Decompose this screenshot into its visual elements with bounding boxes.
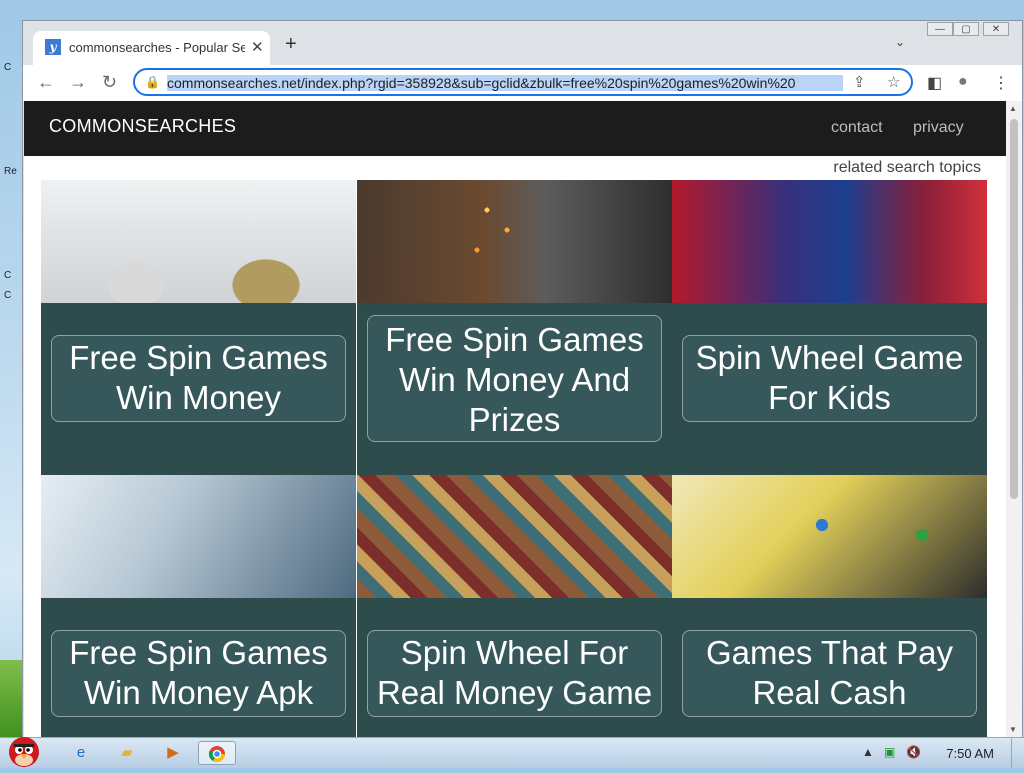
taskbar: e ▰ ▶ ▲ ▣ 🔇 7:50 AM xyxy=(0,737,1024,768)
reload-icon[interactable]: ↻ xyxy=(102,72,117,93)
address-url-text[interactable]: commonsearches.net/index.php?rgid=358928… xyxy=(167,75,843,91)
page-viewport: COMMONSEARCHES contact privacy related s… xyxy=(24,101,1006,737)
forward-icon[interactable]: → xyxy=(69,72,87,93)
site-header: COMMONSEARCHES contact privacy xyxy=(24,101,1006,156)
desktop-text-fragment: C xyxy=(4,62,12,73)
volume-muted-icon[interactable]: 🔇 xyxy=(906,745,921,759)
topic-button[interactable]: Free Spin Games Win Money Apk xyxy=(51,630,346,717)
topic-button[interactable]: Spin Wheel Game For Kids xyxy=(682,335,977,422)
site-brand[interactable]: COMMONSEARCHES xyxy=(49,116,236,137)
back-icon[interactable]: ← xyxy=(37,72,55,93)
tab-strip: y commonsearches - Popular Se ✕ + ⌄ — ▢ … xyxy=(23,21,1022,65)
topic-button[interactable]: Free Spin Games Win Money xyxy=(51,335,346,422)
side-panel-icon[interactable]: ◧ xyxy=(927,73,942,93)
topic-card[interactable]: Free Spin Games Win Money Apk xyxy=(41,475,356,737)
chrome-icon[interactable] xyxy=(198,741,236,765)
angry-bird-start-icon xyxy=(9,737,39,767)
maximize-button[interactable]: ▢ xyxy=(953,22,979,36)
bookmark-star-icon[interactable]: ☆ xyxy=(887,73,900,91)
desktop-text-fragment: Re xyxy=(4,166,17,177)
topic-card[interactable]: Games That Pay Real Cash xyxy=(672,475,987,737)
close-window-button[interactable]: ✕ xyxy=(983,22,1009,36)
internet-explorer-icon[interactable]: e xyxy=(62,741,100,765)
vintage-posters-photo xyxy=(357,475,672,598)
new-tab-button[interactable]: + xyxy=(285,33,297,56)
desktop-area: C Re C C xyxy=(0,0,24,740)
tray-expand-icon[interactable]: ▲ xyxy=(862,745,874,759)
page-scrollbar[interactable]: ▲ ▼ xyxy=(1006,101,1022,737)
streaming-setup-photo xyxy=(357,180,672,303)
tab-title: commonsearches - Popular Se xyxy=(69,40,245,55)
topic-card[interactable]: Free Spin Games Win Money And Prizes xyxy=(357,180,672,475)
topic-button[interactable]: Spin Wheel For Real Money Game xyxy=(367,630,662,717)
browser-menu-icon[interactable]: ⋮ xyxy=(993,73,1009,93)
scroll-down-arrow-icon[interactable]: ▼ xyxy=(1009,725,1017,734)
topic-card[interactable]: Spin Wheel Game For Kids xyxy=(672,180,987,475)
topic-card[interactable]: Free Spin Games Win Money xyxy=(41,180,356,475)
browser-window: y commonsearches - Popular Se ✕ + ⌄ — ▢ … xyxy=(22,20,1023,738)
privacy-link[interactable]: privacy xyxy=(913,119,964,137)
system-clock[interactable]: 7:50 AM xyxy=(946,746,994,761)
start-button[interactable] xyxy=(2,732,46,768)
show-desktop-button[interactable] xyxy=(1011,738,1024,768)
minimize-button[interactable]: — xyxy=(927,22,953,36)
related-topics-label: related search topics xyxy=(833,159,981,176)
topic-button[interactable]: Games That Pay Real Cash xyxy=(682,630,977,717)
topic-button[interactable]: Free Spin Games Win Money And Prizes xyxy=(367,315,662,442)
chrome-logo-icon xyxy=(208,746,226,763)
tab-search-chevron-icon[interactable]: ⌄ xyxy=(895,35,905,49)
address-bar[interactable]: 🔒 commonsearches.net/index.php?rgid=3589… xyxy=(133,68,913,96)
game-over-poster-photo xyxy=(672,180,987,303)
topic-card[interactable]: Spin Wheel For Real Money Game xyxy=(357,475,672,737)
desktop-text-fragment: C xyxy=(4,270,12,281)
media-player-icon[interactable]: ▶ xyxy=(154,741,192,765)
lock-icon[interactable]: 🔒 xyxy=(145,75,160,89)
profile-avatar-icon[interactable]: ● xyxy=(958,73,968,91)
share-icon[interactable]: ⇪ xyxy=(853,73,866,91)
tab-commonsearches[interactable]: y commonsearches - Popular Se ✕ xyxy=(33,31,270,65)
scrollbar-thumb[interactable] xyxy=(1010,119,1018,499)
desktop-text-fragment: C xyxy=(4,290,12,301)
glue-bottle-photo xyxy=(41,475,356,598)
site-favicon-icon: y xyxy=(45,39,61,55)
tab-close-icon[interactable]: ✕ xyxy=(251,38,264,56)
contact-link[interactable]: contact xyxy=(831,119,883,137)
folder-icon[interactable]: ▰ xyxy=(108,741,146,765)
golden-egg-photo xyxy=(41,180,356,303)
browser-toolbar: ← → ↻ 🔒 commonsearches.net/index.php?rgi… xyxy=(23,65,1022,101)
scroll-up-arrow-icon[interactable]: ▲ xyxy=(1009,104,1017,113)
ludo-board-photo xyxy=(672,475,987,598)
network-icon[interactable]: ▣ xyxy=(884,745,895,759)
